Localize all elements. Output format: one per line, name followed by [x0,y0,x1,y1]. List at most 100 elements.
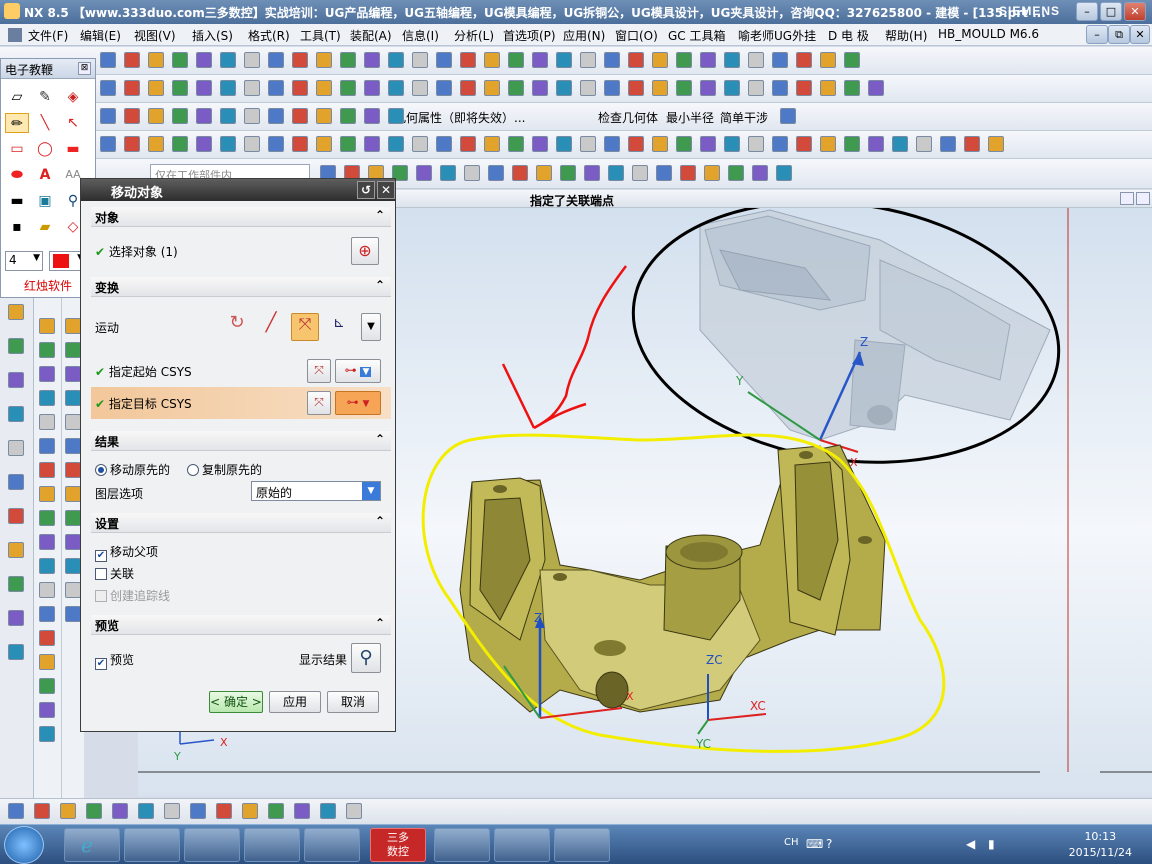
leftbar3-tool-icon[interactable] [65,582,81,598]
tb2-tool-icon[interactable] [628,80,644,96]
menu-help[interactable]: 帮助(H) [885,27,927,44]
bottombar-tool-icon[interactable] [86,803,102,819]
tb4-tool-icon[interactable] [940,136,956,152]
tb2-tool-icon[interactable] [436,80,452,96]
tb2-tool-icon[interactable] [844,80,860,96]
tb5-tool-icon[interactable] [608,165,624,181]
leftbar2-tool-icon[interactable] [39,342,55,358]
tb3-tool-icon[interactable] [220,108,236,124]
tb1-tool-icon[interactable] [724,52,740,68]
leftbar2-tool-icon[interactable] [39,558,55,574]
tb4-tool-icon[interactable] [604,136,620,152]
start-csys-row[interactable]: ✔ 指定起始 CSYS [95,363,192,380]
bottombar-tool-icon[interactable] [346,803,362,819]
leftbar3-tool-icon[interactable] [65,366,81,382]
tb3-tool-icon[interactable] [316,108,332,124]
bottombar-tool-icon[interactable] [216,803,232,819]
tb4-tool-icon[interactable] [820,136,836,152]
tb4-tool-icon[interactable] [628,136,644,152]
target-csys-select[interactable]: ⊶ ▼ [335,391,381,415]
viewport-restore-button[interactable] [1120,192,1134,205]
blackboard-icon[interactable]: ▬ [5,191,29,211]
menu-app-icon[interactable] [8,28,22,42]
tb4-tool-icon[interactable] [892,136,908,152]
tb2-tool-icon[interactable] [700,80,716,96]
leftbar3-tool-icon[interactable] [65,558,81,574]
tb3-tool-icon[interactable] [172,108,188,124]
menu-file[interactable]: 文件(F) [28,27,68,44]
tb1-tool-icon[interactable] [748,52,764,68]
menu-hb-mould[interactable]: HB_MOULD M6.6 [938,27,1039,41]
tb1-tool-icon[interactable] [148,52,164,68]
leftbar2-tool-icon[interactable] [39,726,55,742]
leftbar2-tool-icon[interactable] [39,630,55,646]
menu-gc-toolbox[interactable]: GC 工具箱 [668,27,726,44]
tb1-tool-icon[interactable] [700,52,716,68]
tb1-tool-icon[interactable] [604,52,620,68]
tb4-tool-icon[interactable] [868,136,884,152]
open-folder-icon[interactable]: ▰ [33,217,57,237]
system-clock[interactable]: 10:13 2015/11/24 [1069,829,1132,861]
menu-insert[interactable]: 插入(S) [192,27,233,44]
explorer-taskbar-icon[interactable] [124,828,180,862]
paint-bucket-icon[interactable]: ◈ [61,87,85,107]
tb2-tool-icon[interactable] [652,80,668,96]
tb1-tool-icon[interactable] [364,52,380,68]
tb4-tool-icon[interactable] [964,136,980,152]
leftbar2-tool-icon[interactable] [39,678,55,694]
tb3-tool-icon[interactable] [148,108,164,124]
leftbar1-tool-icon[interactable] [8,508,24,524]
section-object[interactable]: 对象 ⌃ [91,207,391,227]
target-csys-row[interactable]: ✔ 指定目标 CSYS ⤧ ⊶ ▼ [91,387,391,419]
leftbar2-tool-icon[interactable] [39,414,55,430]
menu-view[interactable]: 视图(V) [134,27,176,44]
copy-original-radio[interactable]: 复制原先的 [187,461,262,478]
tb1-tool-icon[interactable] [844,52,860,68]
bottombar-tool-icon[interactable] [320,803,336,819]
collapse-icon[interactable]: ⌃ [375,278,385,292]
tb4-tool-icon[interactable] [292,136,308,152]
tb5-tool-icon[interactable] [656,165,672,181]
tb2-tool-icon[interactable] [796,80,812,96]
tb1-tool-icon[interactable] [172,52,188,68]
tb2-tool-icon[interactable] [484,80,500,96]
bottombar-tool-icon[interactable] [164,803,180,819]
tb4-tool-icon[interactable] [484,136,500,152]
tb2-tool-icon[interactable] [532,80,548,96]
tb3-tool-icon[interactable] [364,108,380,124]
tb5-tool-icon[interactable] [488,165,504,181]
viewport-max-button[interactable] [1136,192,1150,205]
collapse-icon[interactable]: ⌃ [375,208,385,222]
tb1-tool-icon[interactable] [556,52,572,68]
tb2-tool-icon[interactable] [148,80,164,96]
simple-interference-button[interactable]: 简单干涉 [720,109,768,126]
ok-button[interactable]: < 确定 > [209,691,263,713]
bottombar-tool-icon[interactable] [34,803,50,819]
tb4-tool-icon[interactable] [196,136,212,152]
leftbar2-tool-icon[interactable] [39,438,55,454]
tb1-tool-icon[interactable] [340,52,356,68]
tb5-tool-icon[interactable] [536,165,552,181]
apply-button[interactable]: 应用 [269,691,321,713]
tb3-tool-icon[interactable] [388,108,404,124]
tb2-tool-icon[interactable] [412,80,428,96]
leftbar1-tool-icon[interactable] [8,406,24,422]
tb2-tool-icon[interactable] [172,80,188,96]
save-icon[interactable]: ▪ [5,217,29,237]
tb2-tool-icon[interactable] [868,80,884,96]
leftbar3-tool-icon[interactable] [65,510,81,526]
section-transform[interactable]: 变换 ⌃ [91,277,391,297]
tb1-tool-icon[interactable] [676,52,692,68]
tb3-tool-icon[interactable] [268,108,284,124]
check-geometry-button[interactable]: 检查几何体 [598,109,658,126]
tb5-tool-icon[interactable] [584,165,600,181]
leftbar1-tool-icon[interactable] [8,372,24,388]
tb1-tool-icon[interactable] [580,52,596,68]
tb2-tool-icon[interactable] [124,80,140,96]
tb4-tool-icon[interactable] [700,136,716,152]
tb2-tool-icon[interactable] [316,80,332,96]
tb2-tool-icon[interactable] [460,80,476,96]
leftbar3-tool-icon[interactable] [65,318,81,334]
tb3-tool-icon[interactable] [124,108,140,124]
tb4-tool-icon[interactable] [580,136,596,152]
